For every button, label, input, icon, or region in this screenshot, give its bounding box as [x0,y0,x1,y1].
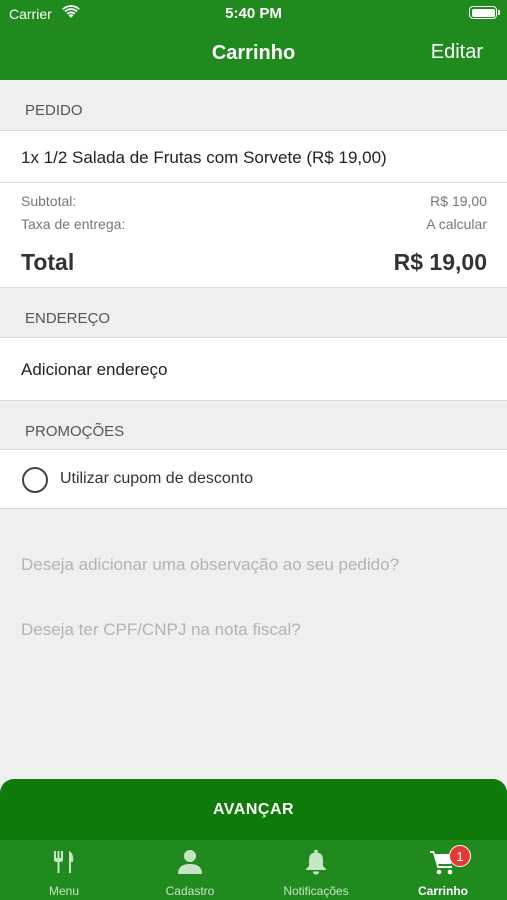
fork-knife-icon [1,849,127,877]
tab-menu[interactable]: Menu [1,840,127,900]
edit-button[interactable]: Editar [431,41,483,64]
tax-id-prompt[interactable]: Deseja ter CPF/CNPJ na nota fiscal? [21,620,301,640]
total-label: Total [21,249,75,275]
advance-button[interactable]: AVANÇAR [0,779,507,843]
navigation-bar: Carrinho Editar [0,28,507,80]
observation-prompt[interactable]: Deseja adicionar uma observação ao seu p… [21,555,399,575]
add-address-row[interactable]: Adicionar endereço [0,338,507,400]
clock: 5:40 PM [225,5,282,22]
battery-icon [469,6,500,19]
tab-notifications[interactable]: Notificações [253,840,379,900]
bell-icon [253,849,379,877]
add-address-label: Adicionar endereço [21,360,168,379]
total-value: R$ 19,00 [393,249,487,275]
order-summary: Subtotal: R$ 19,00 Taxa de entrega: A ca… [0,183,507,287]
coupon-label: Utilizar cupom de desconto [60,470,253,487]
tab-menu-label: Menu [48,884,80,898]
delivery-fee-line: Taxa de entrega: A calcular [21,216,487,232]
tab-cart-label: Carrinho [417,884,468,898]
coupon-radio-button[interactable] [22,467,48,493]
total-line: Total R$ 19,00 [21,249,487,276]
tab-profile[interactable]: Cadastro [127,840,253,900]
divider [0,508,507,509]
subtotal-label: Subtotal: [21,193,77,209]
person-icon [127,849,253,877]
coupon-row[interactable]: Utilizar cupom de desconto [0,450,507,508]
address-section-header: ENDEREÇO [0,288,507,338]
order-item-text: 1x 1/2 Salada de Frutas com Sorvete (R$ … [21,148,387,167]
tab-bar: Menu Cadastro Notificações Carrinho [0,840,507,900]
tab-profile-label: Cadastro [165,884,215,898]
tab-cart[interactable]: Carrinho [380,840,506,900]
delivery-fee-value: A calcular [426,216,487,232]
subtotal-value: R$ 19,00 [430,193,487,209]
order-section-header: PEDIDO [0,80,507,130]
promotions-section-header: PROMOÇÕES [0,401,507,451]
tab-notifications-label: Notificações [283,884,349,898]
cart-count-badge: 1 [449,845,471,867]
subtotal-line: Subtotal: R$ 19,00 [21,193,487,209]
cart-icon [380,849,506,877]
status-bar: Carrier 5:40 PM [0,0,507,28]
delivery-fee-label: Taxa de entrega: [21,216,126,232]
order-item-row[interactable]: 1x 1/2 Salada de Frutas com Sorvete (R$ … [0,131,507,182]
